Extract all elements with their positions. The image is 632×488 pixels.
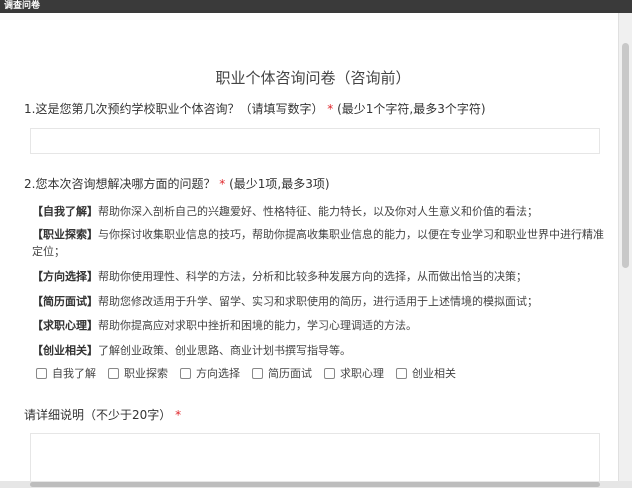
option-desc: 与你探讨收集职业信息的技巧，帮助你提高收集职业信息的能力，以便在专业学习和职业世… [32,228,604,258]
checkbox-label: 自我了解 [52,367,96,380]
required-mark: * [219,177,226,191]
checkbox-label: 简历面试 [268,367,312,380]
option-desc: 了解创业政策、创业思路、商业计划书撰写指导等。 [98,344,351,357]
option-desc: 帮助你深入剖析自己的兴趣爱好、性格特征、能力特长，以及你对人生意义和价值的看法； [98,205,538,218]
option-desc-resume: 【简历面试】帮助您修改适用于升学、留学、实习和求职使用的简历，进行适用于上述情境… [32,293,607,310]
option-desc: 帮助你提高应对求职中挫折和困境的能力，学习心理调适的方法。 [98,319,417,332]
horizontal-scrollbar[interactable] [0,481,632,488]
checkbox-direction[interactable]: 方向选择 [180,365,240,381]
question-1-text: 1.这是您第几次预约学校职业个体咨询？（请填写数字） [24,102,324,116]
question-1: 1.这是您第几次预约学校职业个体咨询？（请填写数字） * (最少1个字符,最多3… [24,100,486,117]
option-tag: 【职业探索】 [32,228,98,241]
checkbox-icon[interactable] [396,367,407,379]
option-tag: 【自我了解】 [32,205,98,218]
option-tag: 【创业相关】 [32,344,98,357]
checkbox-label: 方向选择 [196,367,240,380]
checkbox-label: 职业探索 [124,367,168,380]
question-3: 请详细说明（不少于20字） * [24,406,181,423]
option-desc-explore: 【职业探索】与你探讨收集职业信息的技巧，帮助你提高收集职业信息的能力，以便在专业… [32,226,607,260]
checkbox-label: 求职心理 [340,367,384,380]
checkbox-icon[interactable] [108,367,119,379]
question-2-checkboxes: 自我了解 职业探索 方向选择 简历面试 求职心理 创业相关 [36,365,468,381]
window-title: 调查问卷 [0,0,632,13]
checkbox-self[interactable]: 自我了解 [36,365,96,381]
option-desc-psychology: 【求职心理】帮助你提高应对求职中挫折和困境的能力，学习心理调适的方法。 [32,317,607,334]
option-tag: 【求职心理】 [32,319,98,332]
vertical-scrollbar[interactable] [618,13,632,481]
scrollbar-thumb[interactable] [622,43,629,268]
question-2-hint: (最少1项,最多3项) [229,177,330,191]
survey-content: 职业个体咨询问卷（咨询前） 1.这是您第几次预约学校职业个体咨询？（请填写数字）… [8,13,618,481]
survey-title: 职业个体咨询问卷（咨询前） [215,69,411,87]
question-2: 2.您本次咨询想解决哪方面的问题？ * (最少1项,最多3项) [24,175,330,192]
question-1-input[interactable] [30,128,600,154]
required-mark: * [327,102,334,116]
scrollbar-thumb[interactable] [30,482,600,487]
checkbox-icon[interactable] [324,367,335,379]
checkbox-psychology[interactable]: 求职心理 [324,365,384,381]
checkbox-icon[interactable] [36,367,47,379]
option-tag: 【方向选择】 [32,270,98,283]
option-desc-direction: 【方向选择】帮助你使用理性、科学的方法，分析和比较多种发展方向的选择，从而做出恰… [32,268,607,285]
required-mark: * [175,408,182,422]
checkbox-icon[interactable] [180,367,191,379]
checkbox-explore[interactable]: 职业探索 [108,365,168,381]
checkbox-resume[interactable]: 简历面试 [252,365,312,381]
checkbox-label: 创业相关 [412,367,456,380]
option-tag: 【简历面试】 [32,295,98,308]
option-desc-self: 【自我了解】帮助你深入剖析自己的兴趣爱好、性格特征、能力特长，以及你对人生意义和… [32,203,607,220]
option-desc-startup: 【创业相关】了解创业政策、创业思路、商业计划书撰写指导等。 [32,342,607,359]
checkbox-startup[interactable]: 创业相关 [396,365,456,381]
option-desc: 帮助您修改适用于升学、留学、实习和求职使用的简历，进行适用于上述情境的模拟面试； [98,295,538,308]
question-3-textarea[interactable] [30,433,600,481]
question-1-hint: (最少1个字符,最多3个字符) [337,102,486,116]
option-desc: 帮助你使用理性、科学的方法，分析和比较多种发展方向的选择，从而做出恰当的决策； [98,270,527,283]
survey-window: 调查问卷 职业个体咨询问卷（咨询前） 1.这是您第几次预约学校职业个体咨询？（请… [0,0,632,488]
question-2-text: 2.您本次咨询想解决哪方面的问题？ [24,177,216,191]
question-3-text: 请详细说明（不少于20字） [24,408,172,422]
checkbox-icon[interactable] [252,367,263,379]
